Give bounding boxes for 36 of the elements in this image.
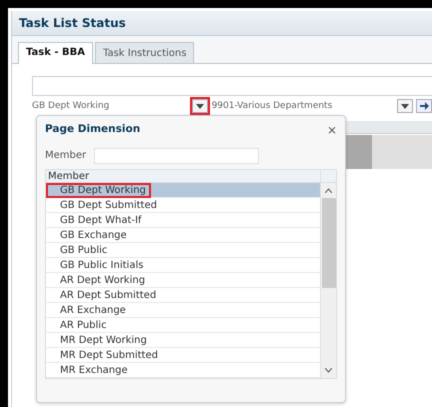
member-list-item[interactable]: GB Dept Submitted xyxy=(46,198,320,213)
member-list-item[interactable]: GB Dept Working xyxy=(46,182,320,198)
member-list-item[interactable]: GB Exchange xyxy=(46,228,320,243)
scroll-down-icon[interactable] xyxy=(325,368,332,373)
dialog-title: Page Dimension xyxy=(45,122,140,137)
grid-cell xyxy=(346,135,372,169)
member-list-item[interactable]: AR Dept Working xyxy=(46,272,320,288)
go-button[interactable] xyxy=(416,99,432,113)
member-list-item[interactable]: GB Public xyxy=(46,242,320,258)
scrollbar-thumb[interactable] xyxy=(322,198,336,288)
member-list-item[interactable]: AR Dept Submitted xyxy=(46,288,320,303)
input-field[interactable] xyxy=(32,76,432,96)
column-header: Member xyxy=(46,170,320,183)
department-value: 9901-Various Departments xyxy=(212,100,334,112)
close-button[interactable]: × xyxy=(326,124,337,136)
member-search-field[interactable] xyxy=(94,148,260,164)
arrow-icon xyxy=(420,102,429,110)
caret-icon xyxy=(196,104,204,108)
dropdown-button[interactable] xyxy=(397,99,414,113)
tab[interactable]: Task Instructions xyxy=(94,42,194,63)
tab[interactable]: Task - BBA xyxy=(18,42,93,64)
grid-cell xyxy=(372,135,432,169)
member-list-item[interactable]: AR Public xyxy=(46,318,320,333)
dropdown-button[interactable] xyxy=(192,99,208,113)
scrollbar[interactable] xyxy=(320,170,336,378)
window-title: Task List Status xyxy=(19,15,126,32)
scroll-up-icon[interactable] xyxy=(325,188,332,193)
caret-icon xyxy=(401,104,410,108)
member-list-item[interactable]: GB Dept What-If xyxy=(46,212,320,228)
dimension-value: GB Dept Working xyxy=(32,100,110,112)
member-list-item[interactable]: MR Dept Working xyxy=(46,332,320,348)
member-list-item[interactable]: AR Exchange xyxy=(46,302,320,318)
member-label: Member xyxy=(45,149,86,164)
member-list-item[interactable]: MR Exchange xyxy=(46,362,320,378)
member-list-item[interactable]: GB Public Initials xyxy=(46,258,320,273)
member-list-item[interactable]: MR Dept Submitted xyxy=(46,348,320,363)
